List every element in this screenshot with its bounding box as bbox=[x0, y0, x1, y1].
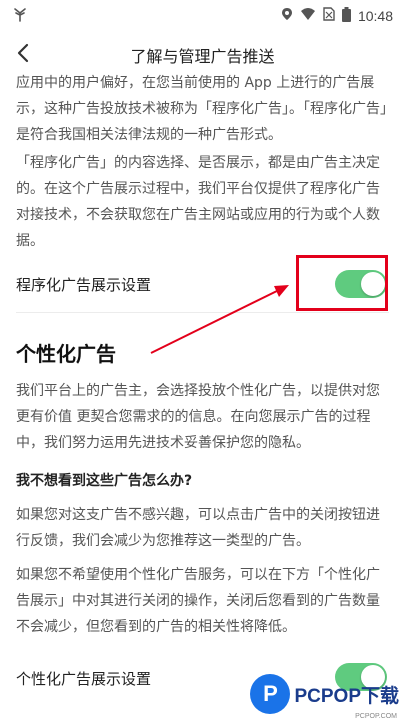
watermark: P PCPOP下载 bbox=[250, 674, 399, 714]
watermark-subtext: PCPOP.COM bbox=[355, 713, 397, 720]
pcpop-logo-icon: P bbox=[250, 674, 291, 714]
watermark-text: PCPOP下载 bbox=[294, 685, 399, 707]
annotation-arrow bbox=[150, 285, 289, 354]
